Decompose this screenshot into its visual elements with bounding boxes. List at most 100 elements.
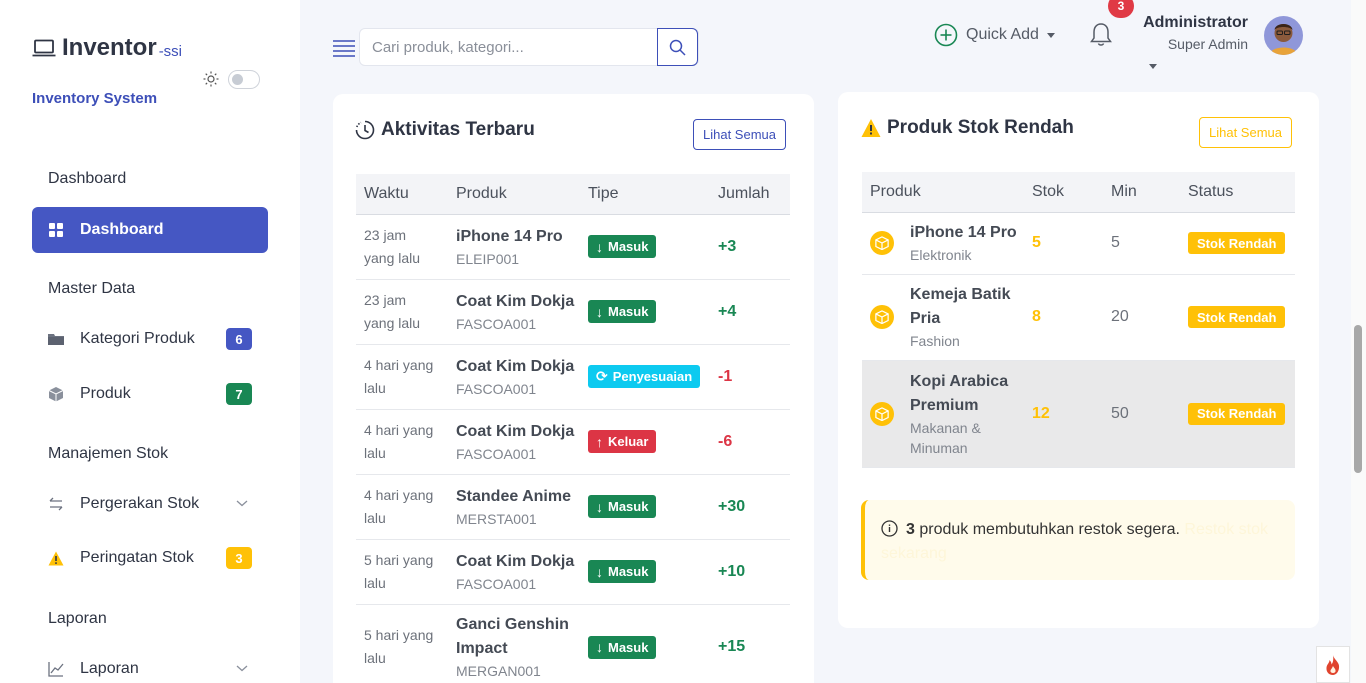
sidebar-item-label: Peringatan Stok bbox=[80, 549, 194, 566]
plus-circle-icon bbox=[934, 23, 958, 47]
clock-history-icon bbox=[355, 120, 375, 140]
chevron-down-icon bbox=[236, 665, 248, 672]
bell-icon[interactable] bbox=[1089, 22, 1113, 48]
alert-text: produk membutuhkan restok segera. bbox=[914, 521, 1180, 538]
product-name: Coat Kim Dokja bbox=[456, 357, 575, 375]
sidebar-item-kategori-produk[interactable]: Kategori Produk 6 bbox=[32, 316, 268, 362]
activity-time: 4 hari yang bbox=[364, 356, 434, 373]
column-header[interactable]: Min bbox=[1103, 172, 1180, 213]
activity-view-all-button[interactable]: Lihat Semua bbox=[693, 119, 786, 150]
product-name: Kopi Arabica Premium bbox=[910, 372, 1009, 414]
quantity-value: +15 bbox=[718, 638, 746, 655]
avatar[interactable] bbox=[1264, 16, 1303, 55]
product-category: Elektronik bbox=[910, 247, 972, 263]
table-row[interactable]: 4 hari yang lalu Coat Kim Dokja FASCOA001 … bbox=[356, 344, 790, 410]
table-row[interactable]: 23 jam yang lalu iPhone 14 Pro ELEIP001 ↓ M… bbox=[356, 214, 790, 280]
fire-icon-button[interactable] bbox=[1316, 646, 1350, 683]
sidebar-item-pergerakan-stok[interactable]: Pergerakan Stok bbox=[32, 481, 268, 527]
table-row-hovered[interactable]: Kopi Arabica Premium Makanan & Minuman 12… bbox=[862, 360, 1295, 468]
status-badge: Stok Rendah bbox=[1188, 402, 1286, 425]
product-category: Fashion bbox=[910, 333, 960, 349]
stock-value: 8 bbox=[1032, 308, 1041, 325]
activity-title-text: Aktivitas Terbaru bbox=[381, 119, 535, 140]
search-input[interactable] bbox=[360, 29, 657, 65]
arrow-down-icon: ↓ bbox=[596, 563, 603, 580]
type-badge-masuk: ↓ Masuk bbox=[588, 235, 657, 258]
hamburger-menu-icon[interactable] bbox=[333, 39, 355, 57]
count-badge: 3 bbox=[226, 547, 252, 569]
product-code: FASCOA001 bbox=[456, 380, 537, 397]
info-circle-icon bbox=[881, 520, 898, 537]
product-name: Ganci Genshin Impact bbox=[456, 616, 569, 657]
search-icon bbox=[669, 39, 686, 56]
sidebar-item-laporan[interactable]: Laporan bbox=[32, 646, 268, 683]
table-row[interactable]: 5 hari yang lalu Ganci Genshin Impact MERG… bbox=[356, 604, 790, 683]
sidebar: Inventor -ssi Inventory System Dashboard… bbox=[0, 0, 300, 683]
arrows-exchange-icon bbox=[48, 496, 64, 512]
product-name: Coat Kim Dokja bbox=[456, 292, 575, 310]
type-badge-keluar: ↑ Keluar bbox=[588, 430, 657, 453]
scrollbar-thumb[interactable] bbox=[1354, 325, 1362, 473]
warning-icon bbox=[861, 119, 881, 137]
sun-icon bbox=[203, 71, 219, 87]
table-row[interactable]: Kemeja Batik Pria Fashion 8 20 Stok Renda… bbox=[862, 274, 1295, 361]
min-value: 50 bbox=[1111, 404, 1129, 422]
laptop-icon bbox=[32, 39, 56, 57]
column-header[interactable]: Produk bbox=[448, 174, 580, 215]
table-row[interactable]: 4 hari yang lalu Standee Anime MERSTA001 ↓… bbox=[356, 474, 790, 540]
column-header[interactable]: Tipe bbox=[580, 174, 710, 215]
sidebar-item-dashboard[interactable]: Dashboard bbox=[32, 207, 268, 253]
sidebar-item-label: Pergerakan Stok bbox=[80, 495, 200, 512]
table-row[interactable]: iPhone 14 Pro Elektronik 5 5 Stok Rendah bbox=[862, 212, 1295, 275]
sidebar-item-peringatan-stok[interactable]: Peringatan Stok 3 bbox=[32, 535, 268, 581]
section-title-laporan: Laporan bbox=[48, 610, 107, 627]
quantity-value: -1 bbox=[718, 367, 733, 385]
table-row[interactable]: 5 hari yang lalu Coat Kim Dokja FASCOA001 … bbox=[356, 539, 790, 605]
table-row[interactable]: 23 jam yang lalu Coat Kim Dokja FASCOA001 … bbox=[356, 279, 790, 345]
column-header[interactable]: Status bbox=[1180, 172, 1295, 213]
status-badge: Stok Rendah bbox=[1188, 232, 1286, 254]
arrow-up-icon: ↑ bbox=[596, 433, 603, 450]
product-name: Coat Kim Dokja bbox=[456, 552, 575, 570]
user-role: Super Admin bbox=[1167, 36, 1248, 52]
quantity-value: +3 bbox=[718, 237, 737, 255]
box-icon bbox=[870, 305, 894, 329]
activity-time: 5 hari yang bbox=[364, 627, 434, 643]
arrow-down-icon: ↓ bbox=[596, 639, 603, 655]
sidebar-item-produk[interactable]: Produk 7 bbox=[32, 371, 268, 417]
sidebar-item-label: Kategori Produk bbox=[80, 330, 195, 347]
activity-time: lalu bbox=[364, 574, 386, 591]
box-icon bbox=[870, 401, 894, 426]
status-badge: Stok Rendah bbox=[1188, 306, 1286, 328]
box-icon bbox=[48, 386, 64, 402]
notification-badge: 3 bbox=[1108, 0, 1134, 18]
stock-value: 5 bbox=[1032, 234, 1041, 251]
brand-logo[interactable]: Inventor -ssi bbox=[32, 34, 182, 62]
search-button[interactable] bbox=[657, 28, 698, 66]
activity-card-title: Aktivitas Terbaru bbox=[355, 119, 535, 141]
count-badge: 6 bbox=[226, 328, 252, 350]
low-stock-card-title: Produk Stok Rendah bbox=[861, 117, 1074, 139]
product-name: iPhone 14 Pro bbox=[910, 224, 1017, 241]
caret-down-icon[interactable] bbox=[1149, 64, 1157, 69]
activity-time: yang lalu bbox=[364, 249, 421, 266]
product-code: MERGAN001 bbox=[456, 663, 541, 679]
user-name[interactable]: Administrator bbox=[1143, 14, 1248, 32]
column-header[interactable]: Waktu bbox=[356, 174, 448, 215]
type-badge-masuk: ↓ Masuk bbox=[588, 635, 657, 659]
type-badge-penyesuaian: ⟳ Penyesuaian bbox=[588, 365, 701, 388]
quick-add-dropdown[interactable]: Quick Add bbox=[934, 23, 1055, 47]
column-header[interactable]: Jumlah bbox=[710, 174, 790, 215]
brand-suffix: -ssi bbox=[158, 42, 183, 60]
sidebar-item-label: Laporan bbox=[80, 660, 139, 677]
table-row[interactable]: 4 hari yang lalu Coat Kim Dokja FASCOA001 … bbox=[356, 409, 790, 475]
fire-icon bbox=[1326, 654, 1340, 675]
activity-time: 23 jam bbox=[364, 226, 407, 243]
low-stock-table: Produk Stok Min Status iPhone 14 Pro Elek… bbox=[862, 172, 1295, 468]
alert-count: 3 bbox=[906, 521, 915, 538]
theme-toggle[interactable] bbox=[228, 70, 260, 89]
type-badge-masuk: ↓ Masuk bbox=[588, 300, 657, 323]
low-stock-view-all-button[interactable]: Lihat Semua bbox=[1199, 117, 1292, 148]
column-header[interactable]: Produk bbox=[862, 172, 1024, 213]
column-header[interactable]: Stok bbox=[1024, 172, 1103, 213]
